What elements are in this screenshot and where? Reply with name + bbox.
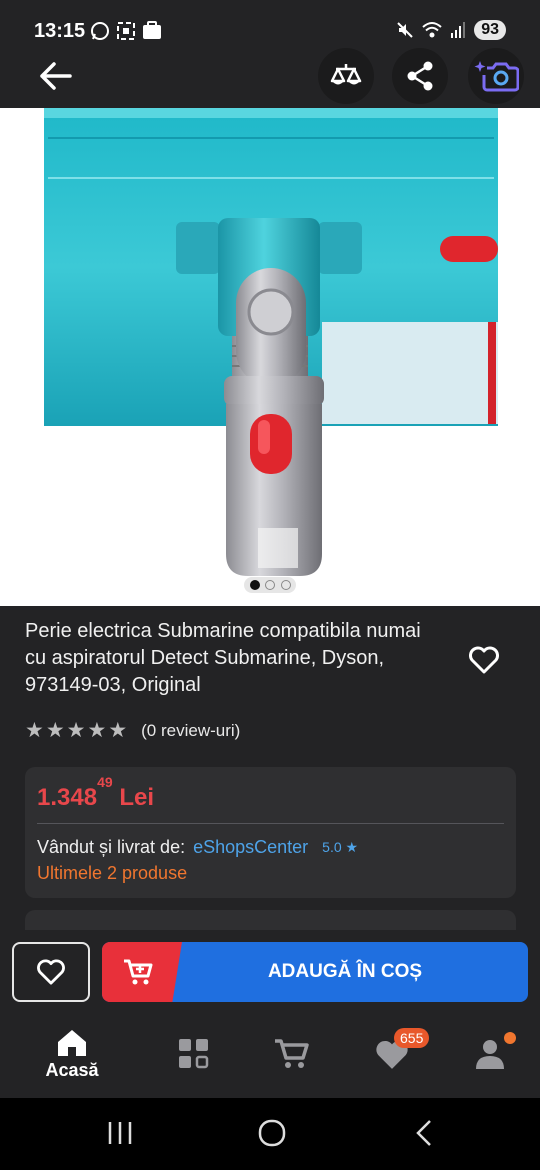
divider	[37, 823, 504, 824]
review-count[interactable]: (0 review-uri)	[141, 721, 240, 741]
whatsapp-icon	[91, 22, 109, 40]
camera-search-icon	[474, 61, 519, 92]
product-image-gallery[interactable]	[0, 108, 540, 606]
action-bar: ADAUGĂ ÎN COȘ	[0, 930, 540, 1018]
nav-home[interactable]: Acasă	[32, 1028, 112, 1092]
rating[interactable]: ★ ★ ★ ★ ★ (0 review-uri)	[25, 720, 240, 742]
status-right: 93	[396, 20, 506, 40]
price-main: 1.348	[37, 784, 98, 811]
cart-icon-block	[102, 942, 182, 1002]
compare-icon	[330, 64, 362, 85]
home-button-icon[interactable]	[258, 1119, 286, 1147]
back-button[interactable]	[24, 48, 86, 104]
emag-icon	[143, 21, 161, 39]
wishlist-toggle[interactable]	[464, 640, 504, 680]
gallery-dot[interactable]	[265, 580, 275, 590]
user-icon	[476, 1040, 504, 1069]
nav-home-label: Acasă	[45, 1060, 99, 1080]
notification-dot	[504, 1032, 516, 1044]
screenshot-icon	[117, 22, 135, 40]
star-icon: ★	[87, 719, 107, 742]
seller-rating-value: 5.0	[322, 839, 342, 855]
add-to-cart-label: ADAUGĂ ÎN COȘ	[267, 961, 423, 982]
gallery-dots[interactable]	[244, 577, 296, 593]
bottom-nav: Acasă 655	[0, 1018, 540, 1098]
camera-search-button[interactable]	[468, 48, 524, 104]
share-icon	[407, 61, 433, 91]
status-left-icons	[90, 21, 162, 41]
heart-outline-icon	[37, 959, 65, 985]
seller-rating[interactable]: 5.0 ★	[322, 839, 358, 856]
star-icon: ★	[66, 719, 86, 742]
nav-account[interactable]	[450, 1028, 530, 1092]
nav-cart[interactable]	[252, 1028, 332, 1092]
top-bar	[0, 40, 540, 108]
price-currency: Lei	[119, 784, 154, 811]
share-button[interactable]	[392, 48, 448, 104]
grid-icon	[179, 1039, 209, 1069]
stock-status: Ultimele 2 produse	[37, 863, 188, 883]
battery-icon: 93	[474, 20, 506, 40]
arrow-left-icon	[40, 62, 72, 90]
star-icon: ★	[108, 719, 128, 742]
price-card: 1.34849 Lei Vândut și livrat de: eShopsC…	[25, 767, 516, 898]
price-cents: 49	[97, 774, 113, 790]
product-title: Perie electrica Submarine compatibila nu…	[25, 620, 421, 696]
add-to-cart-button[interactable]: ADAUGĂ ÎN COȘ	[102, 942, 528, 1002]
back-nav-icon[interactable]	[414, 1119, 434, 1147]
heart-outline-icon	[469, 646, 499, 674]
recents-icon[interactable]	[106, 1120, 134, 1146]
cart-add-icon	[124, 959, 153, 985]
star-icon: ★	[45, 719, 65, 742]
nav-favorites[interactable]: 655	[352, 1028, 432, 1092]
favorites-count-badge: 655	[394, 1028, 430, 1048]
home-icon	[58, 1030, 86, 1056]
seller-link[interactable]: eShopsCenter	[193, 837, 308, 858]
compare-button[interactable]	[318, 48, 374, 104]
product-photo	[44, 108, 498, 576]
star-icon: ★	[345, 839, 359, 855]
star-icon: ★	[25, 719, 44, 742]
nav-categories[interactable]	[154, 1028, 234, 1092]
sold-by-label: Vândut și livrat de:	[37, 837, 186, 857]
price: 1.34849 Lei	[37, 774, 154, 812]
seller-line: Vândut și livrat de: eShopsCenter 5.0 ★	[37, 837, 358, 858]
wifi-icon	[422, 22, 442, 38]
gallery-dot[interactable]	[280, 580, 291, 590]
add-to-favorites-button[interactable]	[12, 942, 90, 1002]
cart-icon	[275, 1039, 309, 1068]
system-nav-bar	[0, 1098, 540, 1170]
gallery-dot-active[interactable]	[249, 580, 260, 590]
signal-icon	[451, 22, 466, 38]
mute-icon	[397, 22, 413, 38]
